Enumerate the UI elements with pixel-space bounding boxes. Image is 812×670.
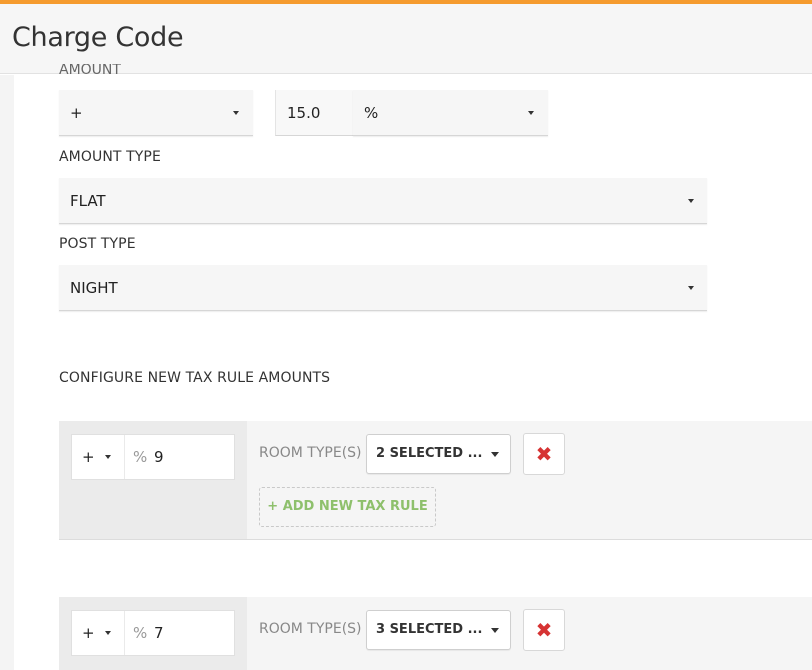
tax-rule-amount-panel: + % 7 bbox=[59, 597, 247, 670]
divider bbox=[124, 435, 125, 479]
tax-rule-amount-input[interactable]: + % 7 bbox=[71, 610, 235, 656]
chevron-down-icon bbox=[491, 628, 499, 633]
tax-rule-config: ROOM TYPE(S) 2 SELECTED ... ✖ + ADD NEW … bbox=[247, 421, 812, 539]
add-tax-rule-button[interactable]: + ADD NEW TAX RULE bbox=[259, 487, 436, 527]
tax-rule-amount-input[interactable]: + % 9 bbox=[71, 434, 235, 480]
left-gutter bbox=[0, 75, 14, 670]
room-type-select[interactable]: 3 SELECTED ... bbox=[366, 610, 511, 650]
divider bbox=[124, 611, 125, 655]
room-type-label: ROOM TYPE(S) bbox=[259, 445, 362, 461]
amount-type-label: AMOUNT TYPE bbox=[59, 149, 161, 165]
amount-value: 15.0 bbox=[287, 104, 321, 122]
close-icon: ✖ bbox=[535, 618, 553, 642]
chevron-down-icon bbox=[688, 198, 694, 203]
tax-rule-sign[interactable]: + bbox=[82, 448, 95, 466]
tax-rule-unit: % bbox=[133, 448, 148, 466]
chevron-down-icon bbox=[233, 110, 239, 115]
delete-tax-rule-button[interactable]: ✖ bbox=[523, 609, 565, 651]
tax-rule-unit: % bbox=[133, 624, 148, 642]
amount-sign-value: + bbox=[70, 103, 83, 122]
amount-type-value: FLAT bbox=[70, 191, 106, 210]
tax-rule-config: ROOM TYPE(S) 3 SELECTED ... ✖ bbox=[247, 597, 812, 670]
tax-rule-value[interactable]: 7 bbox=[154, 624, 164, 642]
post-type-select[interactable]: NIGHT bbox=[59, 265, 707, 311]
amount-unit-value: % bbox=[364, 103, 379, 122]
chevron-down-icon bbox=[528, 110, 534, 115]
amount-value-input[interactable]: 15.0 bbox=[275, 90, 353, 136]
chevron-down-icon bbox=[688, 285, 694, 290]
tax-rule-value[interactable]: 9 bbox=[154, 448, 164, 466]
tax-rule-card: + % 7 ROOM TYPE(S) 3 SELECTED ... ✖ bbox=[59, 597, 812, 670]
room-type-value: 2 SELECTED ... bbox=[376, 446, 483, 461]
amount-sign-select[interactable]: + bbox=[59, 90, 253, 136]
room-type-label: ROOM TYPE(S) bbox=[259, 621, 362, 637]
chevron-down-icon bbox=[105, 631, 111, 635]
post-type-label: POST TYPE bbox=[59, 236, 136, 252]
tax-rules-heading: CONFIGURE NEW TAX RULE AMOUNTS bbox=[59, 370, 331, 386]
close-icon: ✖ bbox=[535, 442, 553, 466]
tax-rule-sign[interactable]: + bbox=[82, 624, 95, 642]
amount-unit-select[interactable]: % bbox=[353, 90, 548, 136]
chevron-down-icon bbox=[491, 452, 499, 457]
amount-label: AMOUNT bbox=[59, 64, 121, 74]
room-type-value: 3 SELECTED ... bbox=[376, 622, 483, 637]
amount-type-select[interactable]: FLAT bbox=[59, 178, 707, 224]
tax-rule-amount-panel: + % 9 bbox=[59, 421, 247, 539]
chevron-down-icon bbox=[105, 455, 111, 459]
post-type-value: NIGHT bbox=[70, 278, 118, 297]
room-type-select[interactable]: 2 SELECTED ... bbox=[366, 434, 511, 474]
page-title: Charge Code bbox=[12, 22, 184, 53]
page-header: Charge Code bbox=[0, 4, 812, 74]
delete-tax-rule-button[interactable]: ✖ bbox=[523, 433, 565, 475]
tax-rule-card: + % 9 ROOM TYPE(S) 2 SELECTED ... ✖ + AD… bbox=[59, 421, 812, 540]
